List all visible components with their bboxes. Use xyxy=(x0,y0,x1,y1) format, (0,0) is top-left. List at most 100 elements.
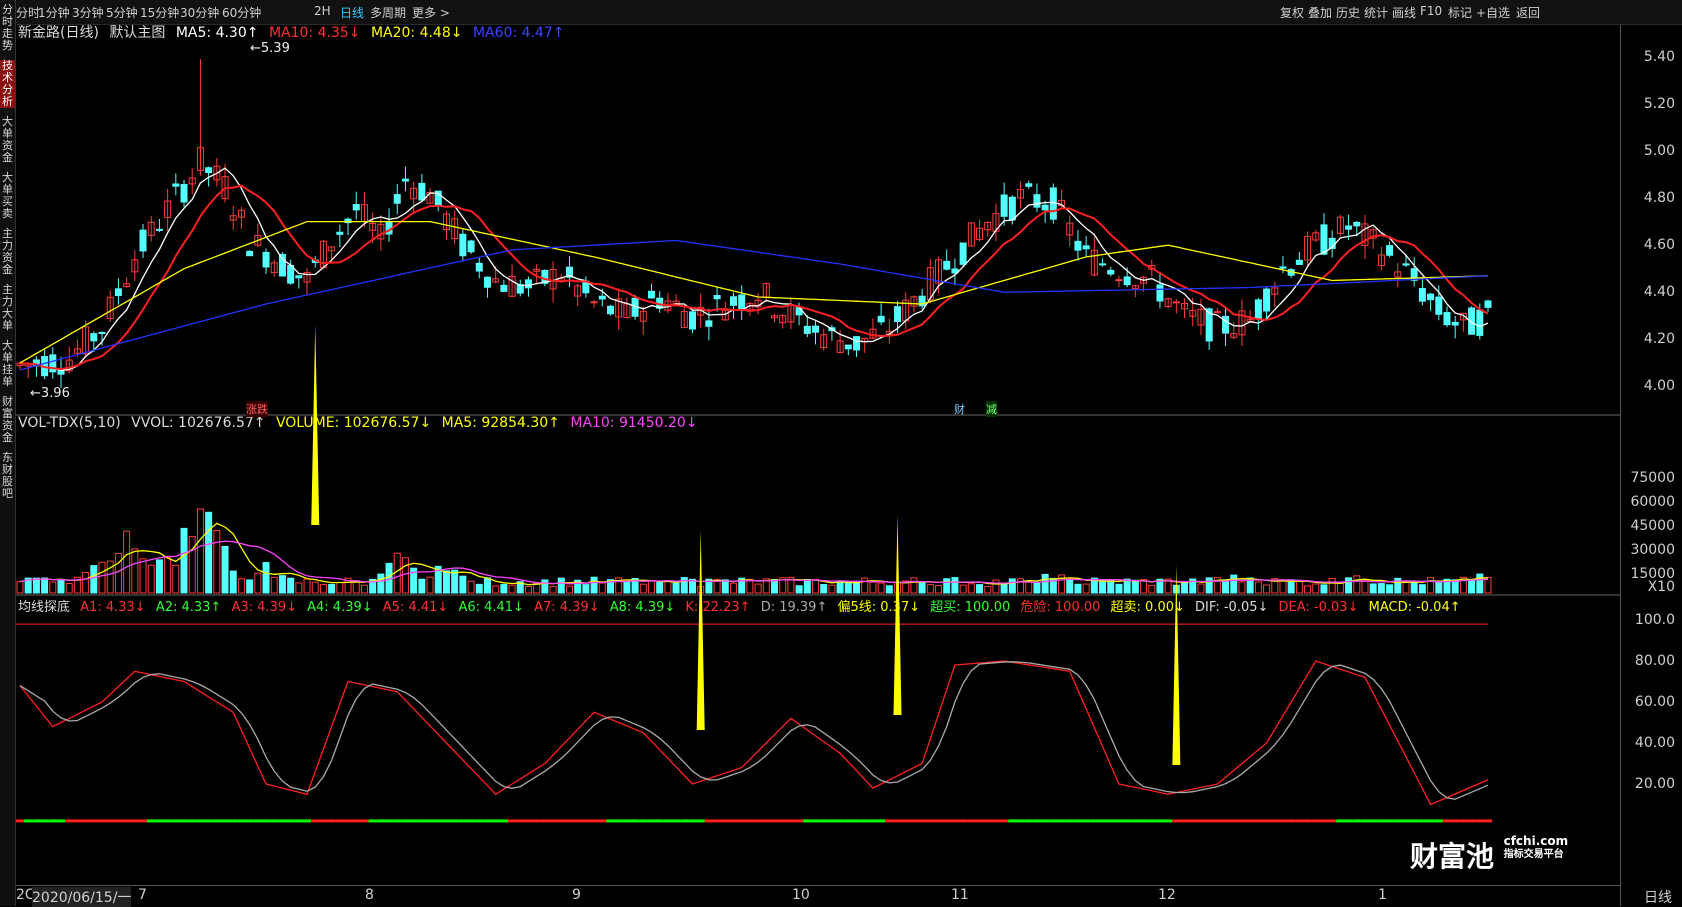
tab-3[interactable]: 5分钟 xyxy=(106,4,138,21)
tab-10[interactable]: 更多 > xyxy=(412,4,450,21)
volume-bar xyxy=(935,585,943,594)
volume-bar xyxy=(90,565,98,594)
volume-bar xyxy=(1000,583,1008,594)
candle-body xyxy=(155,228,163,231)
tab-5[interactable]: 30分钟 xyxy=(180,4,219,21)
indicator-ytick: 40.00 xyxy=(1634,735,1675,751)
candle-body xyxy=(287,264,295,284)
volume-bar xyxy=(1008,578,1016,594)
zhangdie-marker[interactable]: 涨跌 xyxy=(246,401,268,417)
volume-bar xyxy=(795,585,803,594)
volume-bar xyxy=(1418,584,1426,594)
volume-bar xyxy=(508,584,516,594)
volume-bar xyxy=(336,582,344,594)
volume-bar xyxy=(582,584,590,594)
cursor-date-label: 2020/06/15/一 xyxy=(32,887,132,907)
toolbar-button-6[interactable]: 标记 xyxy=(1448,4,1472,21)
toolbar-button-5[interactable]: F10 xyxy=(1420,4,1442,18)
volume-bar xyxy=(1312,583,1320,594)
tab-9[interactable]: 多周期 xyxy=(370,4,406,21)
sidebar-tab-1[interactable]: 技术分析 xyxy=(0,60,15,108)
volume-bar xyxy=(598,582,606,594)
tab-2[interactable]: 3分钟 xyxy=(72,4,104,21)
candle-body xyxy=(959,242,967,265)
candle-body xyxy=(943,260,951,270)
candle-body xyxy=(172,183,180,187)
volume-bar xyxy=(164,556,172,594)
volume-bar xyxy=(328,583,336,594)
vol-panel-header: VOL-TDX(5,10) VVOL: 102676.57↑ VOLUME: 1… xyxy=(18,415,704,431)
tab-1[interactable]: 1分钟 xyxy=(38,4,70,21)
candle-body xyxy=(1123,276,1131,286)
d-line xyxy=(19,661,1489,800)
candle-body xyxy=(647,290,655,299)
toolbar-button-4[interactable]: 画线 xyxy=(1392,4,1416,21)
volume-bar xyxy=(123,530,131,594)
candle-body xyxy=(500,284,508,292)
volume-bar xyxy=(1025,580,1033,594)
candle-body xyxy=(1295,259,1303,265)
candle-body xyxy=(336,231,344,235)
sidebar-tab-0[interactable]: 分时走势 xyxy=(0,4,15,52)
candle-body xyxy=(1353,221,1361,227)
volume-bar xyxy=(1074,583,1082,594)
toolbar-button-1[interactable]: 叠加 xyxy=(1308,4,1332,21)
candle-body xyxy=(713,294,721,300)
volume-bar xyxy=(311,581,319,594)
volume-bar xyxy=(1402,581,1410,594)
sidebar-tab-5[interactable]: 主力大单 xyxy=(0,284,15,332)
toolbar-button-3[interactable]: 统计 xyxy=(1364,4,1388,21)
k-value: K: 22.23↑ xyxy=(685,600,751,615)
vol-name[interactable]: VOL-TDX(5,10) xyxy=(18,415,121,431)
candle-body xyxy=(738,294,746,311)
sidebar-tab-7[interactable]: 财富资金 xyxy=(0,396,15,444)
ma5-value: MA5: 4.30↑ xyxy=(175,25,259,41)
volume-bar xyxy=(656,581,664,594)
volume-bar xyxy=(1263,584,1271,594)
tab-4[interactable]: 15分钟 xyxy=(140,4,179,21)
volume-bar xyxy=(1328,577,1336,594)
cai-marker[interactable]: 财 xyxy=(954,401,965,417)
toolbar-button-7[interactable]: +自选 xyxy=(1476,4,1510,21)
candle-body xyxy=(524,279,532,289)
toolbar-button-0[interactable]: 复权 xyxy=(1280,4,1304,21)
watermark: 财富池 cfchi.com 指标交易平台 xyxy=(1410,835,1568,875)
sidebar-tab-6[interactable]: 大单挂单 xyxy=(0,340,15,388)
watermark-sub: 指标交易平台 xyxy=(1503,849,1564,860)
x-axis: 2C 2020/06/15/一 7 8 9 10 11 12 1 xyxy=(16,885,1620,907)
candle-body xyxy=(393,194,401,204)
chart-canvas[interactable] xyxy=(16,25,1620,885)
volume-bar xyxy=(278,575,286,594)
jian-marker[interactable]: 减 xyxy=(986,401,997,417)
tab-6[interactable]: 60分钟 xyxy=(222,4,261,21)
volume-bar xyxy=(1410,581,1418,594)
tab-0[interactable]: 分时 xyxy=(16,4,40,21)
candle-body xyxy=(1156,284,1164,302)
toolbar-button-2[interactable]: 历史 xyxy=(1336,4,1360,21)
tab-7[interactable]: 2H xyxy=(314,4,331,18)
sidebar-tab-2[interactable]: 大单资金 xyxy=(0,116,15,164)
candle-body xyxy=(352,203,360,211)
sidebar-tab-4[interactable]: 主力资金 xyxy=(0,228,15,276)
candle-body xyxy=(1443,312,1451,326)
candle-body xyxy=(1025,183,1033,187)
volume-bar xyxy=(1279,580,1287,594)
candle-body xyxy=(1000,194,1008,217)
period-label: 日线 xyxy=(1644,890,1672,906)
sidebar-tab-3[interactable]: 大单买卖 xyxy=(0,172,15,220)
volume-bar xyxy=(1377,583,1385,594)
dif-value: DIF: -0.05↓ xyxy=(1195,600,1269,615)
volume-bar xyxy=(426,576,434,594)
volume-bar xyxy=(672,582,680,594)
candle-body xyxy=(475,262,483,272)
tab-8[interactable]: 日线 xyxy=(340,4,364,21)
candle-body xyxy=(98,331,106,334)
indicator-name[interactable]: 默认主图 xyxy=(109,25,165,41)
volume-bar xyxy=(1041,573,1049,594)
sidebar-tab-8[interactable]: 东财股吧 xyxy=(0,452,15,500)
vol-ma10-line xyxy=(19,540,1489,585)
ind-name[interactable]: 均线探底 xyxy=(18,600,70,615)
volume-bar xyxy=(524,585,532,594)
x-month-9: 9 xyxy=(572,887,581,903)
toolbar-button-8[interactable]: 返回 xyxy=(1516,4,1540,21)
